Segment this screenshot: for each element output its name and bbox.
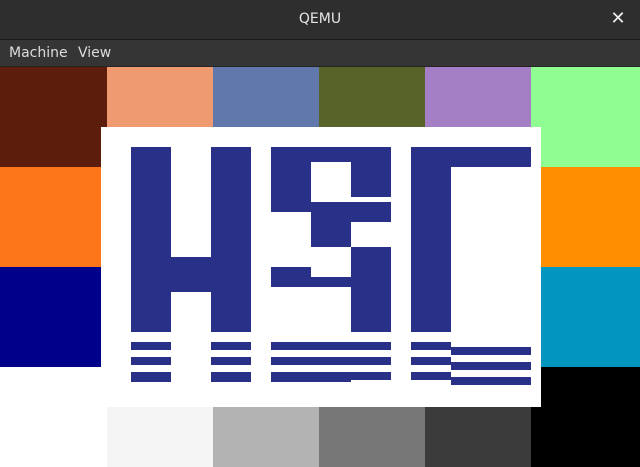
close-icon[interactable]: ✕ xyxy=(606,7,630,31)
logo-bar xyxy=(131,342,171,350)
logo-bar xyxy=(271,372,351,382)
logo-bar xyxy=(211,357,251,365)
palette-cell xyxy=(0,267,107,367)
logo-bar xyxy=(211,372,251,382)
logo-bar xyxy=(311,212,391,222)
logo-bar xyxy=(411,147,451,332)
logo-bar xyxy=(131,372,171,382)
logo-bar xyxy=(271,277,351,287)
hsc-logo-graphic xyxy=(131,147,531,385)
menu-machine[interactable]: Machine xyxy=(9,40,68,66)
logo-bar xyxy=(271,357,391,365)
qemu-window: QEMU ✕ Machine View xyxy=(0,0,640,467)
logo-bar xyxy=(271,342,391,350)
logo-bar xyxy=(211,342,251,350)
logo-bar xyxy=(451,347,531,355)
palette-cell xyxy=(531,67,640,167)
palette-cell xyxy=(531,367,640,467)
logo-bar xyxy=(271,202,391,212)
palette-cell xyxy=(0,67,107,167)
logo-bar xyxy=(171,257,211,292)
logo-bar xyxy=(131,357,171,365)
logo-bar xyxy=(451,377,531,385)
logo-bar xyxy=(211,147,251,332)
logo-bar xyxy=(351,147,391,197)
logo-bar xyxy=(351,372,391,380)
menu-view[interactable]: View xyxy=(78,40,111,66)
palette-cell xyxy=(0,167,107,267)
guest-display[interactable] xyxy=(0,67,640,467)
menu-bar: Machine View xyxy=(0,40,640,67)
palette-cell xyxy=(531,167,640,267)
logo-bar xyxy=(131,147,171,332)
palette-cell xyxy=(0,367,107,467)
logo-bar xyxy=(451,362,531,370)
logo-bar xyxy=(411,372,451,380)
palette-cell xyxy=(531,267,640,367)
logo-bar xyxy=(351,247,391,332)
logo-bar xyxy=(271,267,311,277)
logo-bar xyxy=(411,357,451,365)
logo-bar xyxy=(311,222,351,247)
title-bar[interactable]: QEMU ✕ xyxy=(0,0,640,40)
logo-bar xyxy=(451,147,531,167)
hsc-logo xyxy=(101,127,541,407)
logo-bar xyxy=(411,342,451,350)
window-title: QEMU xyxy=(298,11,342,27)
